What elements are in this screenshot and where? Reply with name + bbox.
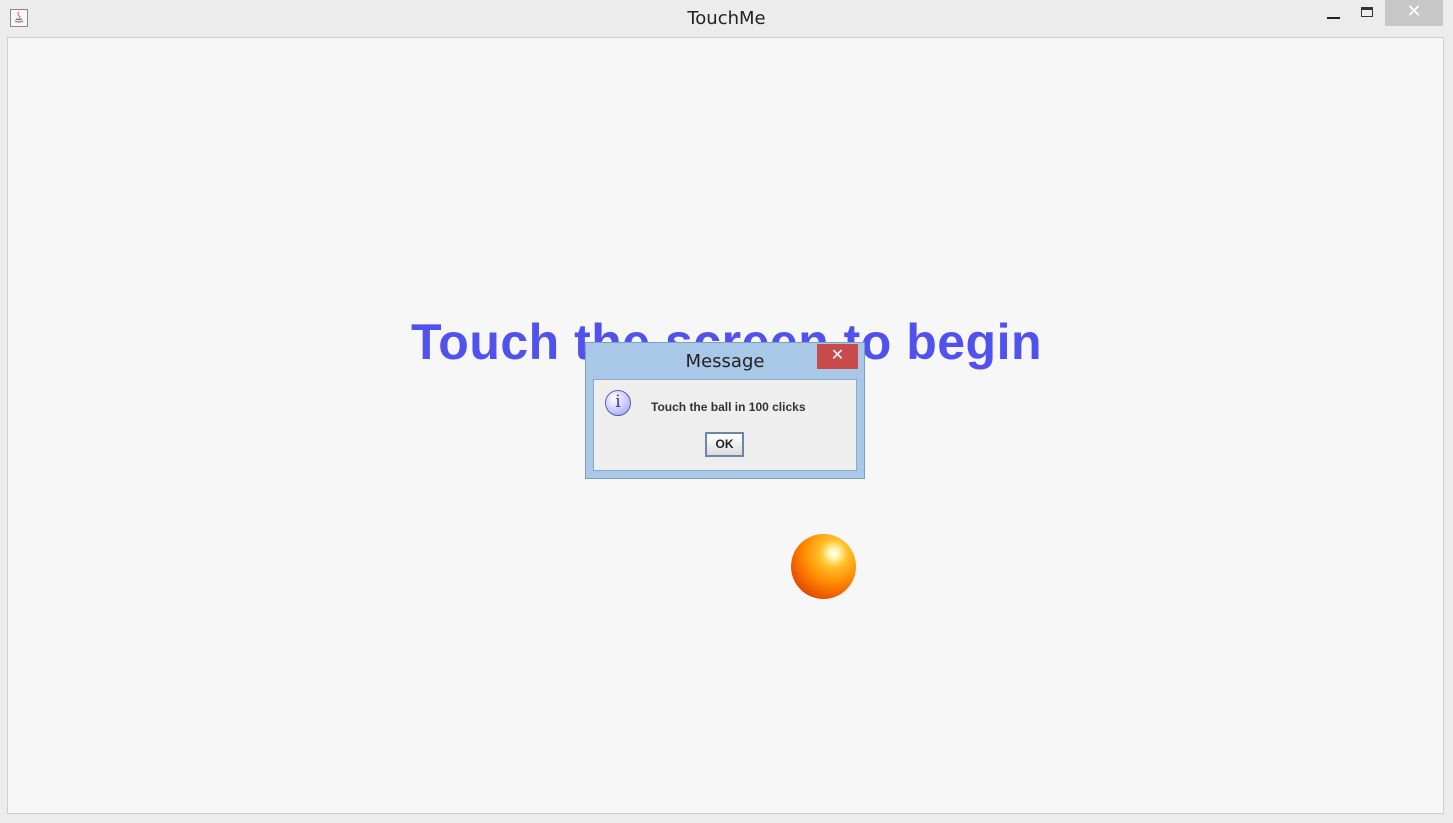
info-icon: i bbox=[605, 390, 631, 416]
maximize-button[interactable] bbox=[1352, 0, 1382, 27]
close-icon: ✕ bbox=[1406, 1, 1422, 22]
window-title: TouchMe bbox=[687, 8, 766, 29]
dialog-body: i Touch the ball in 100 clicks OK bbox=[593, 379, 857, 471]
message-dialog: Message ✕ i Touch the ball in 100 clicks… bbox=[585, 342, 865, 479]
dialog-message: Touch the ball in 100 clicks bbox=[651, 400, 806, 414]
ball[interactable] bbox=[791, 534, 856, 599]
title-bar[interactable]: TouchMe ✕ bbox=[0, 0, 1453, 37]
maximize-icon bbox=[1361, 7, 1373, 17]
minimize-icon bbox=[1327, 17, 1340, 19]
minimize-button[interactable] bbox=[1318, 0, 1348, 27]
ok-button[interactable]: OK bbox=[705, 432, 744, 457]
close-button[interactable]: ✕ bbox=[1385, 0, 1443, 26]
app-window: TouchMe ✕ Touch the screen to begin Mess… bbox=[0, 0, 1453, 823]
dialog-close-button[interactable]: ✕ bbox=[817, 344, 858, 369]
close-icon: ✕ bbox=[830, 345, 845, 364]
